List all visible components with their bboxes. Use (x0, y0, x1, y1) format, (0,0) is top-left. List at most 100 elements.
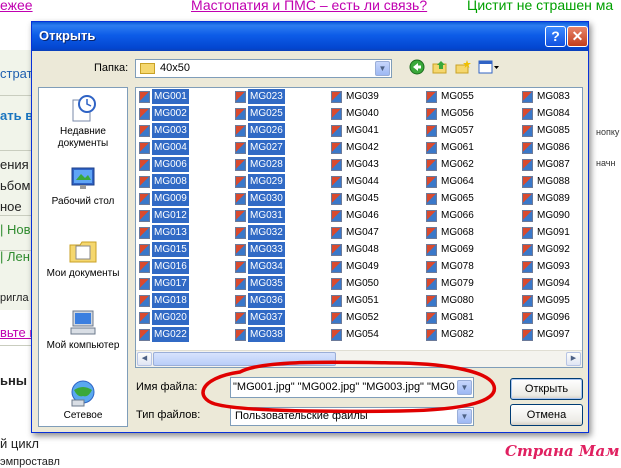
file-item[interactable]: MG054 (328, 327, 418, 344)
file-item[interactable]: MG035 (232, 276, 322, 293)
bg-text[interactable]: | Лен (0, 249, 30, 264)
file-item[interactable]: MG092 (519, 242, 582, 259)
file-item[interactable]: MG039 (328, 89, 418, 106)
file-item[interactable]: MG028 (232, 157, 322, 174)
scroll-left-icon[interactable]: ◀ (137, 352, 152, 366)
file-item[interactable]: MG006 (136, 157, 226, 174)
file-item[interactable]: MG057 (423, 123, 513, 140)
file-item[interactable]: MG017 (136, 276, 226, 293)
new-folder-icon[interactable] (454, 59, 472, 77)
file-item[interactable]: MG043 (328, 157, 418, 174)
file-item[interactable]: MG025 (232, 106, 322, 123)
file-item[interactable]: MG001 (136, 89, 226, 106)
file-item[interactable]: MG090 (519, 208, 582, 225)
file-item[interactable]: MG065 (423, 191, 513, 208)
file-item[interactable]: MG003 (136, 123, 226, 140)
file-item[interactable]: MG068 (423, 225, 513, 242)
file-item[interactable]: MG020 (136, 310, 226, 327)
back-icon[interactable] (408, 59, 426, 77)
file-item[interactable]: MG012 (136, 208, 226, 225)
file-item[interactable]: MG026 (232, 123, 322, 140)
bg-link-mastopathy[interactable]: Мастопатия и ПМС – есть ли связь? (191, 0, 427, 13)
file-item[interactable]: MG046 (328, 208, 418, 225)
bg-text[interactable]: страт (0, 66, 33, 81)
chevron-down-icon[interactable]: ▼ (457, 380, 472, 395)
file-list[interactable]: ◀ ▶ MG001 MG002 MG003 MG004 MG006 MG008 MG009 M… (135, 87, 583, 368)
file-item[interactable]: MG094 (519, 276, 582, 293)
place-my-documents[interactable]: Мои документы (39, 236, 127, 280)
file-item[interactable]: MG002 (136, 106, 226, 123)
view-menu-icon[interactable] (477, 59, 501, 77)
file-item[interactable]: MG015 (136, 242, 226, 259)
file-item[interactable]: MG040 (328, 106, 418, 123)
place-recent-documents[interactable]: Недавние документы (39, 94, 127, 150)
file-item[interactable]: MG083 (519, 89, 582, 106)
file-item[interactable]: MG036 (232, 293, 322, 310)
file-item[interactable]: MG049 (328, 259, 418, 276)
file-item[interactable]: MG034 (232, 259, 322, 276)
file-item[interactable]: MG044 (328, 174, 418, 191)
scrollbar-thumb[interactable] (153, 352, 336, 366)
file-item[interactable]: MG081 (423, 310, 513, 327)
file-item[interactable]: MG062 (423, 157, 513, 174)
file-item[interactable]: MG082 (423, 327, 513, 344)
file-item[interactable]: MG091 (519, 225, 582, 242)
bg-text[interactable]: ать в (0, 108, 33, 123)
file-item[interactable]: MG069 (423, 242, 513, 259)
file-item[interactable]: MG080 (423, 293, 513, 310)
bg-link-cystitis[interactable]: Цистит не страшен ма (467, 0, 613, 13)
file-item[interactable]: MG022 (136, 327, 226, 344)
place-network[interactable]: Сетевое (39, 378, 127, 422)
place-my-computer[interactable]: Мой компьютер (39, 308, 127, 352)
file-item[interactable]: MG047 (328, 225, 418, 242)
file-item[interactable]: MG096 (519, 310, 582, 327)
help-button[interactable]: ? (545, 26, 566, 47)
open-button[interactable]: Открыть (510, 378, 583, 400)
file-item[interactable]: MG055 (423, 89, 513, 106)
file-item[interactable]: MG033 (232, 242, 322, 259)
file-item[interactable]: MG038 (232, 327, 322, 344)
file-item[interactable]: MG066 (423, 208, 513, 225)
file-item[interactable]: MG004 (136, 140, 226, 157)
file-item[interactable]: MG016 (136, 259, 226, 276)
up-folder-icon[interactable] (431, 59, 449, 77)
filename-field[interactable]: "MG001.jpg" "MG002.jpg" "MG003.jpg" "MG0… (230, 377, 474, 398)
file-item[interactable]: MG032 (232, 225, 322, 242)
file-item[interactable]: MG045 (328, 191, 418, 208)
title-bar[interactable]: Открыть ? ✕ (32, 22, 588, 51)
place-desktop[interactable]: Рабочий стол (39, 164, 127, 208)
file-item[interactable]: MG042 (328, 140, 418, 157)
file-item[interactable]: MG088 (519, 174, 582, 191)
file-item[interactable]: MG018 (136, 293, 226, 310)
file-item[interactable]: MG051 (328, 293, 418, 310)
cancel-button[interactable]: Отмена (510, 404, 583, 426)
bg-link-fragment[interactable]: ежее (0, 0, 33, 13)
file-item[interactable]: MG086 (519, 140, 582, 157)
file-item[interactable]: MG029 (232, 174, 322, 191)
file-item[interactable]: MG037 (232, 310, 322, 327)
file-item[interactable]: MG085 (519, 123, 582, 140)
file-item[interactable]: MG050 (328, 276, 418, 293)
folder-select[interactable]: 40x50 ▼ (135, 59, 392, 78)
file-item[interactable]: MG097 (519, 327, 582, 344)
file-item[interactable]: MG030 (232, 191, 322, 208)
file-item[interactable]: MG079 (423, 276, 513, 293)
chevron-down-icon[interactable]: ▼ (375, 61, 390, 76)
chevron-down-icon[interactable]: ▼ (457, 409, 472, 424)
file-item[interactable]: MG078 (423, 259, 513, 276)
file-item[interactable]: MG052 (328, 310, 418, 327)
file-item[interactable]: MG093 (519, 259, 582, 276)
filetype-select[interactable]: Пользовательские файлы ▼ (230, 407, 474, 426)
scroll-right-icon[interactable]: ▶ (566, 352, 581, 366)
file-item[interactable]: MG041 (328, 123, 418, 140)
file-item[interactable]: MG013 (136, 225, 226, 242)
file-item[interactable]: MG087 (519, 157, 582, 174)
file-item[interactable]: MG008 (136, 174, 226, 191)
horizontal-scrollbar[interactable]: ◀ ▶ (136, 350, 582, 367)
file-item[interactable]: MG031 (232, 208, 322, 225)
file-item[interactable]: MG023 (232, 89, 322, 106)
close-button[interactable]: ✕ (567, 26, 588, 47)
file-item[interactable]: MG084 (519, 106, 582, 123)
file-item[interactable]: MG009 (136, 191, 226, 208)
file-item[interactable]: MG095 (519, 293, 582, 310)
